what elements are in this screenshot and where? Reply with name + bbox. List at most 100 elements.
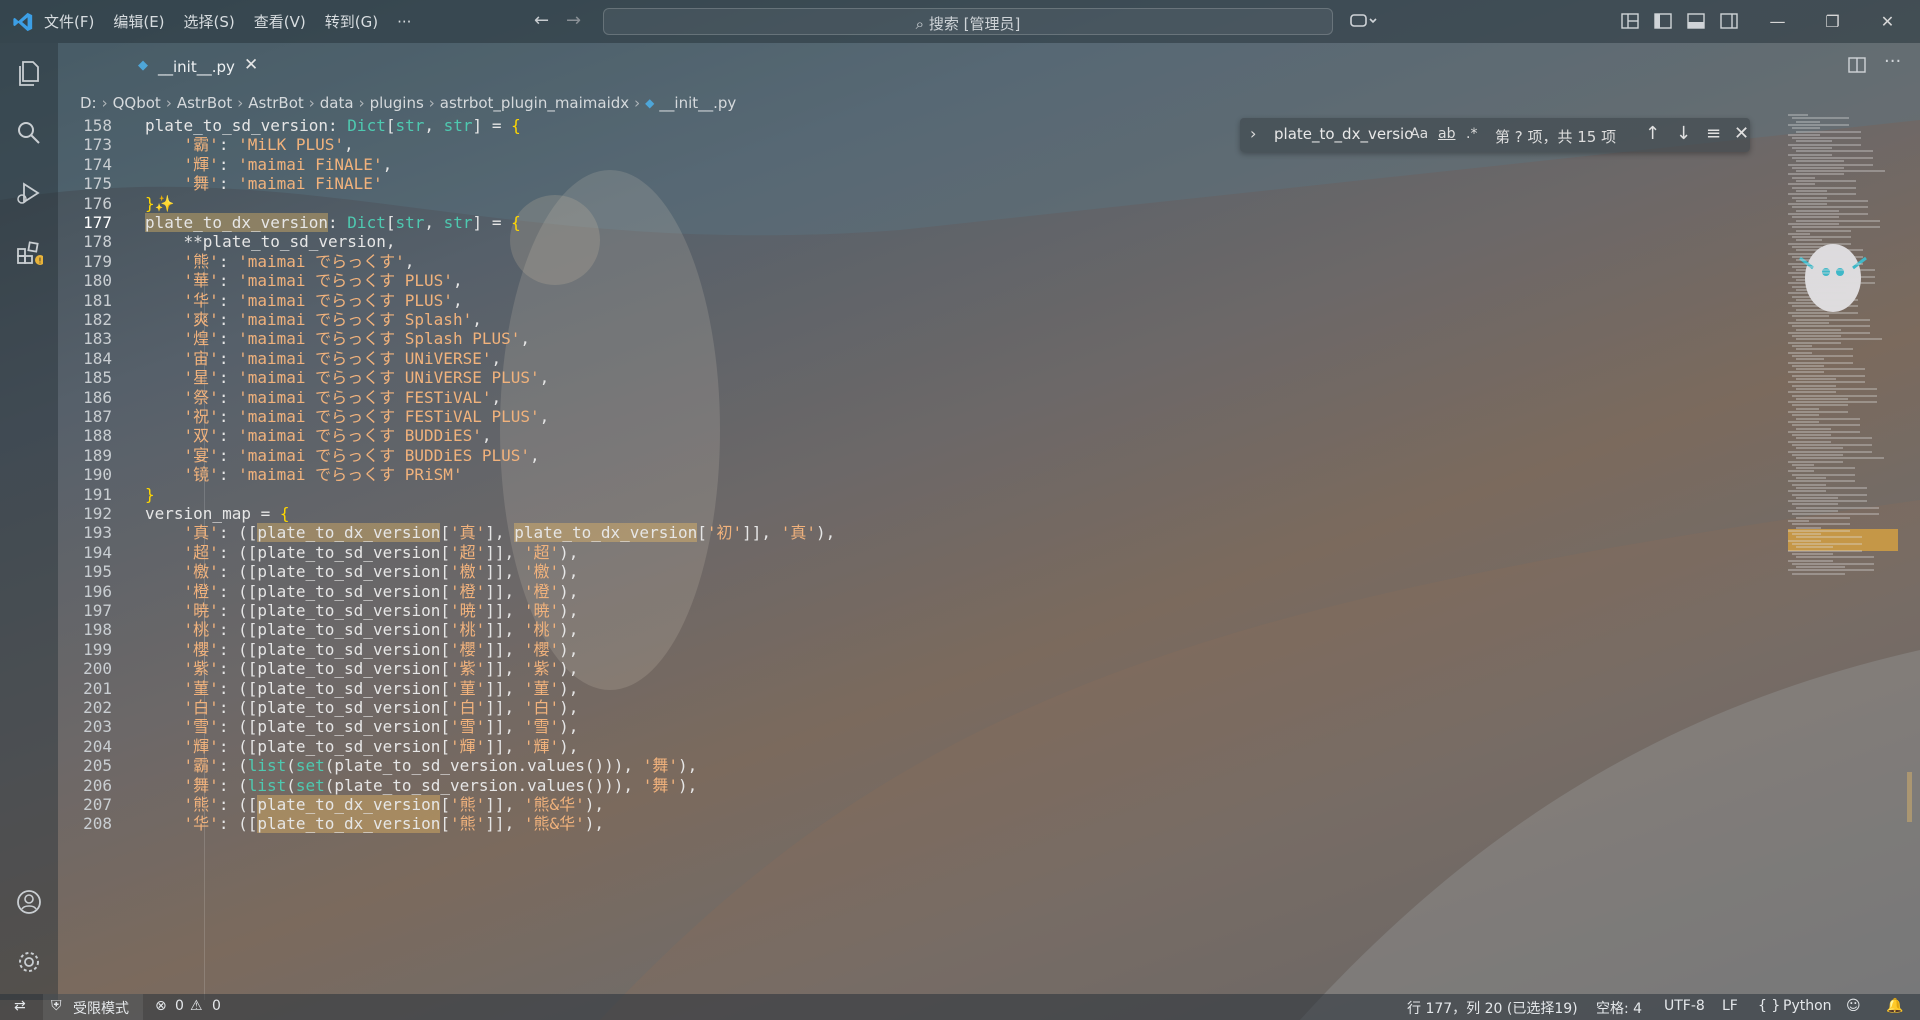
previous-match-icon[interactable]: ↑ [1645, 123, 1660, 144]
warning-icon[interactable]: ⚠ [190, 998, 203, 1014]
breadcrumb-qqbot[interactable]: QQbot [113, 94, 161, 112]
breadcrumb-drive[interactable]: D: [80, 94, 97, 112]
menu-view[interactable]: 查看(V) [254, 11, 306, 32]
warning-count[interactable]: 0 [212, 998, 221, 1014]
minimap-line [1792, 226, 1880, 229]
minimap-line [1788, 193, 1856, 196]
error-icon[interactable]: ⊗ [155, 998, 167, 1014]
restore-button[interactable]: ❐ [1805, 0, 1860, 43]
whole-word-toggle[interactable]: ab [1438, 126, 1455, 142]
minimap[interactable] [1788, 114, 1903, 594]
split-editor-icon[interactable] [1848, 56, 1866, 74]
minimap-line [1796, 288, 1817, 291]
minimap-line [1796, 259, 1834, 262]
breadcrumb-file[interactable]: __init__.py [659, 94, 736, 112]
remote-icon[interactable]: ⇄ [14, 998, 26, 1014]
minimap-line [1792, 325, 1870, 328]
breadcrumb-plugins[interactable]: plugins [370, 94, 424, 112]
minimap-line [1788, 490, 1826, 493]
back-arrow-icon[interactable]: ← [534, 10, 549, 31]
minimap-line [1796, 160, 1844, 163]
minimap-line [1788, 480, 1855, 483]
run-debug-icon[interactable] [15, 179, 43, 207]
minimap-line [1792, 137, 1861, 140]
copilot-icon[interactable] [1350, 12, 1378, 30]
close-find-icon[interactable]: ✕ [1734, 123, 1749, 144]
find-in-selection-icon[interactable]: ≡ [1706, 123, 1721, 144]
breadcrumb-plugin-folder[interactable]: astrbot_plugin_maimaidx [440, 94, 629, 112]
match-case-toggle[interactable]: Aa [1410, 126, 1428, 142]
minimap-line [1796, 417, 1860, 420]
find-input[interactable]: plate_to_dx_versio [1274, 125, 1413, 143]
command-center-search[interactable]: ⌕ 搜索 [管理员] [603, 8, 1333, 35]
minimap-line [1788, 203, 1827, 206]
customize-layout-icon[interactable] [1621, 12, 1639, 30]
toggle-panel-icon[interactable] [1687, 12, 1705, 30]
minimap-line [1796, 229, 1851, 232]
minimap-line [1788, 549, 1862, 552]
minimap-line [1792, 345, 1812, 347]
minimap-line [1792, 523, 1850, 526]
menu-more[interactable]: ··· [397, 13, 411, 31]
vscode-logo-icon [13, 12, 33, 32]
breadcrumb-data[interactable]: data [320, 94, 354, 112]
minimap-line [1788, 440, 1831, 443]
language-mode[interactable]: Python [1783, 998, 1832, 1014]
minimap-line [1792, 265, 1834, 268]
menu-bar: 文件(F) 编辑(E) 选择(S) 查看(V) 转到(G) ··· [44, 0, 430, 43]
explorer-icon[interactable] [15, 59, 43, 87]
minimap-line [1796, 407, 1819, 410]
vertical-scrollbar[interactable] [1906, 114, 1914, 1004]
menu-selection[interactable]: 选择(S) [184, 11, 235, 32]
next-match-icon[interactable]: ↓ [1676, 123, 1691, 144]
breadcrumb-astrbot-inner[interactable]: AstrBot [248, 94, 303, 112]
minimap-line [1788, 519, 1809, 522]
breadcrumb-astrbot[interactable]: AstrBot [177, 94, 232, 112]
end-of-line[interactable]: LF [1722, 998, 1738, 1014]
cursor-position[interactable]: 行 177，列 20 (已选择19) [1407, 998, 1578, 1018]
minimap-line [1796, 566, 1845, 569]
minimap-line [1788, 222, 1839, 225]
restricted-mode-badge[interactable]: ⛨ 受限模式 [43, 994, 143, 1020]
regex-toggle[interactable]: .* [1466, 126, 1477, 142]
notifications-icon[interactable]: 🔔 [1886, 998, 1903, 1014]
menu-edit[interactable]: 编辑(E) [113, 11, 164, 32]
accounts-icon[interactable] [15, 888, 43, 916]
minimap-line [1788, 341, 1841, 344]
minimap-line [1796, 140, 1832, 143]
menu-file[interactable]: 文件(F) [44, 11, 94, 32]
toggle-secondary-sidebar-icon[interactable] [1720, 12, 1738, 30]
minimap-line [1788, 351, 1812, 354]
minimap-line [1796, 328, 1841, 331]
minimap-line [1796, 199, 1868, 202]
minimap-line [1792, 444, 1872, 446]
encoding[interactable]: UTF-8 [1664, 998, 1705, 1014]
more-actions-icon[interactable]: ··· [1884, 51, 1901, 72]
minimap-line [1796, 298, 1858, 301]
error-count[interactable]: 0 [175, 998, 184, 1014]
tab-init-py[interactable]: ◆ __init__.py ✕ [120, 47, 265, 86]
settings-gear-icon[interactable] [15, 948, 43, 976]
braces-icon: { } [1758, 998, 1781, 1014]
extensions-icon[interactable]: ! [15, 239, 43, 267]
code-editor[interactable]: 158 plate_to_sd_version: Dict[str, str] =… [58, 114, 1798, 1000]
indentation[interactable]: 空格: 4 [1596, 998, 1642, 1018]
minimap-line [1788, 302, 1817, 305]
scrollbar-thumb[interactable] [1907, 772, 1912, 822]
forward-arrow-icon[interactable]: → [566, 10, 581, 31]
minimize-button[interactable]: — [1750, 0, 1805, 43]
minimap-line [1792, 513, 1879, 516]
toggle-replace-chevron-icon[interactable]: › [1250, 124, 1256, 143]
search-icon[interactable] [15, 119, 43, 147]
minimap-line [1788, 272, 1834, 275]
minimap-line [1788, 381, 1865, 384]
close-tab-icon[interactable]: ✕ [244, 55, 258, 75]
toggle-primary-sidebar-icon[interactable] [1654, 12, 1672, 30]
minimap-line [1792, 364, 1824, 367]
close-window-button[interactable]: ✕ [1860, 0, 1915, 43]
minimap-line [1796, 477, 1826, 479]
copilot-status-icon[interactable]: ☺ [1846, 998, 1861, 1014]
menu-go[interactable]: 转到(G) [325, 11, 378, 32]
code-line[interactable]: 208 '华': ([plate_to_dx_version['熊']], '熊… [58, 812, 1798, 836]
minimap-line [1792, 414, 1819, 417]
